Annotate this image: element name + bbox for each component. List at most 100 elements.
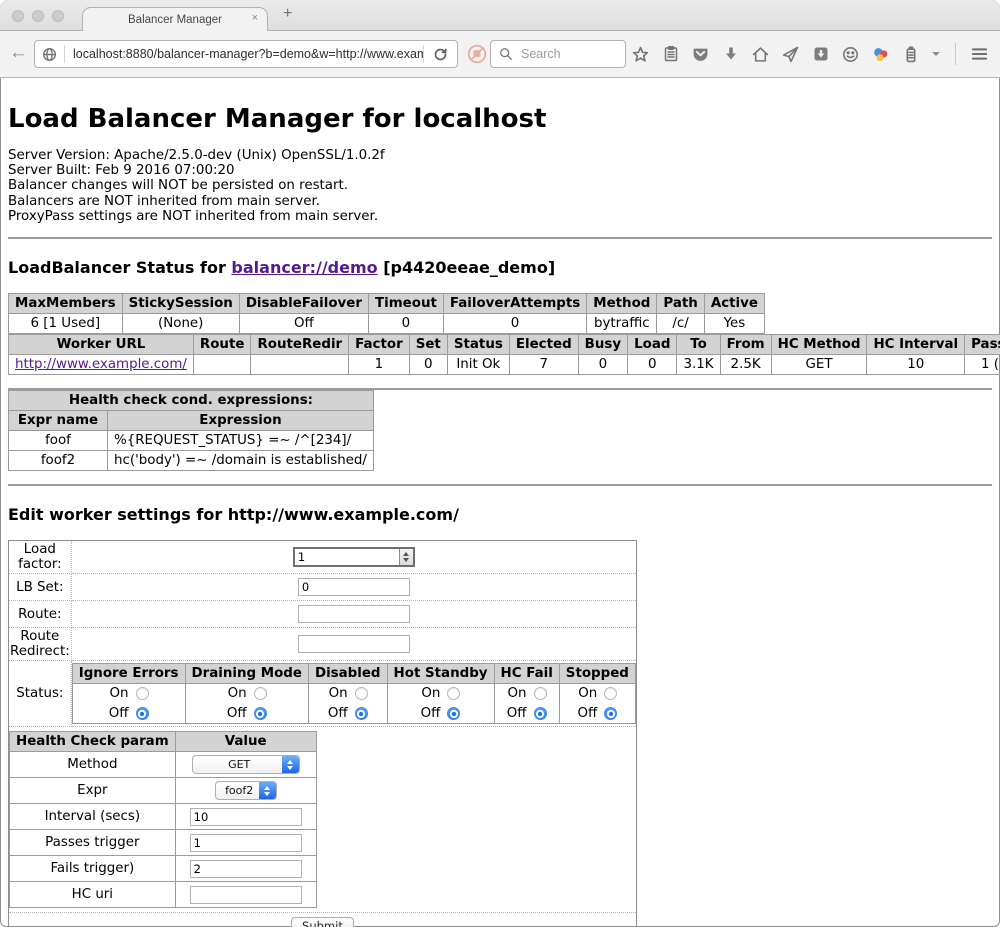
balancer-status-heading: LoadBalancer Status for balancer://demo … — [8, 258, 992, 277]
adblock-icon[interactable] — [467, 44, 487, 69]
radio-off-label: Off — [227, 705, 247, 722]
fails-input[interactable] — [190, 860, 302, 878]
heading-prefix: LoadBalancer Status for — [8, 258, 231, 277]
data-cell: 0 — [409, 355, 447, 375]
header-cell: From — [720, 335, 771, 355]
header-cell: Health Check param — [10, 732, 176, 752]
ignore-errors-off-radio[interactable] — [136, 707, 149, 720]
search-input[interactable] — [519, 46, 625, 62]
colors-icon[interactable] — [872, 46, 889, 63]
header-cell: Stopped — [559, 664, 635, 684]
stepper-arrows-icon[interactable] — [399, 549, 413, 565]
expr-cell: foof2 — [175, 778, 316, 804]
window-close-icon[interactable] — [12, 10, 24, 22]
expr-select[interactable]: foof2 — [215, 781, 277, 800]
header-cell: Load — [628, 335, 677, 355]
route-input[interactable] — [298, 605, 410, 623]
header-cell: HC Interval — [867, 335, 965, 355]
home-icon[interactable] — [752, 46, 769, 63]
data-cell: 10 — [867, 355, 965, 375]
form-row: Submit — [9, 913, 637, 927]
header-cell: Timeout — [368, 294, 443, 314]
worker-url-link[interactable]: http://www.example.com/ — [15, 357, 187, 372]
tab-close-icon[interactable]: × — [252, 12, 258, 24]
disabled-on-radio[interactable] — [355, 687, 368, 700]
page-content: Load Balancer Manager for localhost Serv… — [0, 104, 1000, 927]
data-cell — [193, 355, 251, 375]
tab-balancer-manager[interactable]: Balancer Manager × — [82, 7, 268, 31]
reload-icon[interactable] — [433, 47, 448, 62]
window-zoom-icon[interactable] — [52, 10, 64, 22]
status-cell: Ignore Errors Draining Mode Disabled Hot… — [71, 661, 636, 727]
load-factor-input[interactable] — [295, 549, 399, 565]
form-row: Method GET — [10, 752, 317, 778]
disabled-off-radio[interactable] — [355, 707, 368, 720]
install-icon[interactable] — [812, 46, 829, 63]
stopped-on-radio[interactable] — [604, 687, 617, 700]
hc-uri-input[interactable] — [190, 886, 302, 904]
submit-button[interactable]: Submit — [291, 917, 354, 927]
header-cell: Path — [657, 294, 704, 314]
url-bar[interactable]: localhost:8880/balancer-manager?b=demo&w… — [34, 40, 458, 68]
balancer-demo-link[interactable]: balancer://demo — [231, 258, 377, 277]
draining-mode-off-radio[interactable] — [254, 707, 267, 720]
downloads-icon[interactable] — [722, 46, 739, 63]
url-text[interactable]: localhost:8880/balancer-manager?b=demo&w… — [65, 47, 423, 61]
divider — [8, 237, 992, 239]
data-cell: GET — [771, 355, 867, 375]
edit-worker-heading: Edit worker settings for http://www.exam… — [8, 505, 992, 524]
header-cell: Hot Standby — [387, 664, 494, 684]
hc-fail-on-radio[interactable] — [534, 687, 547, 700]
menu-icon[interactable] — [971, 46, 988, 63]
ignore-errors-on-radio[interactable] — [136, 687, 149, 700]
lb-set-cell — [71, 574, 636, 601]
method-select[interactable]: GET — [192, 755, 300, 774]
data-cell: bytraffic — [587, 314, 657, 334]
window-buttons — [12, 10, 64, 22]
radio-off-label: Off — [421, 705, 441, 722]
window-minimize-icon[interactable] — [32, 10, 44, 22]
header-cell: Ignore Errors — [72, 664, 185, 684]
tab-bar: Balancer Manager × + — [0, 0, 1000, 31]
hc-fail-off-radio[interactable] — [534, 707, 547, 720]
draining-mode-cell: OnOff — [185, 684, 308, 724]
hot-standby-off-radio[interactable] — [447, 707, 460, 720]
hot-standby-on-radio[interactable] — [447, 687, 460, 700]
route-redirect-input[interactable] — [298, 635, 410, 653]
disabled-cell: OnOff — [308, 684, 387, 724]
lb-set-input[interactable] — [298, 578, 410, 596]
search-bar[interactable] — [490, 40, 626, 68]
header-cell: Method — [587, 294, 657, 314]
data-cell: 1 — [349, 355, 410, 375]
back-icon[interactable]: ← — [9, 42, 28, 64]
data-cell — [251, 355, 349, 375]
battery-icon[interactable] — [902, 46, 919, 63]
form-row: LB Set: — [9, 574, 637, 601]
inherit-note-line: Balancers are NOT inherited from main se… — [8, 194, 992, 209]
stopped-off-radio[interactable] — [604, 707, 617, 720]
radio-on-label: On — [578, 685, 597, 702]
hc-fail-cell: OnOff — [494, 684, 559, 724]
data-cell: 6 [1 Used] — [9, 314, 123, 334]
interval-input[interactable] — [190, 808, 302, 826]
edit-worker-form: Load factor: LB Set: Route: Route Redire… — [8, 540, 637, 927]
status-table: Ignore Errors Draining Mode Disabled Hot… — [72, 663, 636, 724]
form-row: Load factor: — [9, 541, 637, 574]
new-tab-icon[interactable]: + — [283, 5, 292, 23]
divider — [8, 484, 992, 486]
feedback-smiley-icon[interactable] — [842, 46, 859, 63]
pocket-icon[interactable] — [692, 46, 709, 63]
form-row: HC uri — [10, 882, 317, 908]
expr-name-cell: foof2 — [9, 451, 108, 471]
draining-mode-on-radio[interactable] — [254, 687, 267, 700]
send-icon[interactable] — [782, 46, 799, 63]
bookmark-star-icon[interactable] — [632, 46, 649, 63]
globe-icon — [42, 47, 57, 62]
worker-url-cell: http://www.example.com/ — [9, 355, 194, 375]
nav-toolbar: ← localhost:8880/balancer-manager?b=demo… — [0, 31, 1000, 78]
table-header-row: Expr name Expression — [9, 411, 374, 431]
passes-input[interactable] — [190, 834, 302, 852]
reading-list-icon[interactable] — [662, 46, 679, 63]
data-cell: 0 — [578, 355, 627, 375]
dropdown-caret-icon[interactable] — [932, 52, 940, 56]
